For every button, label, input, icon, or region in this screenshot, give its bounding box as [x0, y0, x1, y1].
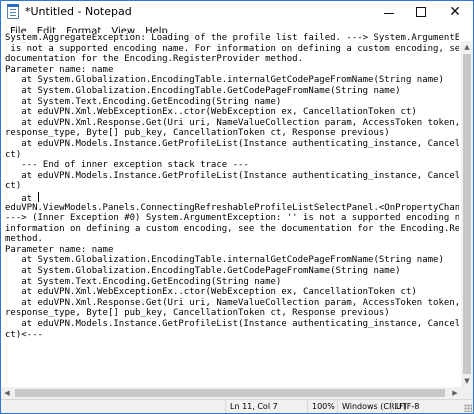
text-line-content: documentation for the Encoding.RegisterP… — [5, 54, 304, 65]
text-line: at System.Text.Encoding.GetEncoding(Stri… — [5, 277, 459, 288]
window-title: *Untitled - Notepad — [25, 5, 132, 18]
scroll-up-icon[interactable]: ▲ — [461, 41, 473, 53]
text-line-content: ct) — [5, 181, 22, 192]
line-ending: Windows (CRLF) — [337, 400, 407, 413]
text-line-content: at eduVPN.Models.Instance.GetProfileList… — [21, 170, 459, 181]
close-icon: ✕ — [449, 4, 461, 20]
maximize-icon — [416, 7, 426, 17]
close-button[interactable]: ✕ — [439, 1, 471, 23]
text-line: Parameter name: name — [5, 245, 459, 256]
text-line-content: at System.Globalization.EncodingTable.Ge… — [5, 85, 401, 96]
text-caret — [37, 191, 39, 202]
horizontal-scrollbar[interactable]: ◀ ▶ — [1, 387, 461, 399]
text-editor-area[interactable]: System.AggregateException: Loading of th… — [3, 33, 459, 389]
text-line: response_type, Byte[] pub_key, Cancellat… — [5, 128, 459, 139]
text-line: documentation for the Encoding.RegisterP… — [5, 54, 459, 65]
text-line: --- End of inner exception stack trace -… — [5, 160, 459, 171]
zoom-level: 100% — [307, 400, 337, 413]
status-bar: Ln 11, Col 7 100% Windows (CRLF) UTF-8 — [1, 399, 473, 413]
text-line-content: System.AggregateException: Loading of th… — [5, 33, 459, 43]
text-line-content: at System.Globalization.EncodingTable.in… — [5, 75, 444, 86]
text-line: is not a supported encoding name. For in… — [5, 44, 459, 55]
text-line: at eduVPN.Xml.WebExceptionEx..ctor(WebEx… — [5, 287, 459, 298]
text-line-content: eduVPN.ViewModels.Panels.ConnectingRefre… — [5, 202, 459, 213]
scroll-left-icon[interactable]: ◀ — [1, 387, 13, 399]
text-line: ct)<--- — [5, 330, 459, 341]
text-line: at System.Globalization.EncodingTable.Ge… — [5, 86, 459, 97]
text-line-content: at eduVPN.Models.Instance.GetProfileList… — [21, 138, 459, 149]
text-line: at System.Globalization.EncodingTable.in… — [5, 255, 459, 266]
vertical-scroll-thumb[interactable] — [463, 54, 471, 374]
notepad-icon — [7, 4, 19, 19]
cursor-position: Ln 11, Col 7 — [225, 400, 307, 413]
text-line-content: at System.Globalization.EncodingTable.Ge… — [5, 266, 401, 277]
text-line: ---> (Inner Exception #0) System.Argumen… — [5, 213, 459, 224]
text-line: at System.Globalization.EncodingTable.in… — [5, 75, 459, 86]
text-line: method. — [5, 234, 459, 245]
text-line-content: at eduVPN.Xml.WebExceptionEx..ctor(WebEx… — [5, 287, 417, 298]
resize-grip-icon[interactable] — [464, 404, 472, 412]
vertical-scrollbar[interactable]: ▲ ▼ — [461, 41, 473, 387]
text-line: ct) — [5, 150, 459, 161]
text-line-content: at eduVPN.Xml.Response.Get(Uri uri, Name… — [5, 117, 459, 128]
text-line: ct) — [5, 181, 459, 192]
text-line-content: --- End of inner exception stack trace -… — [5, 160, 249, 171]
text-line: at eduVPN.Xml.WebExceptionEx..ctor(WebEx… — [5, 107, 459, 118]
text-line: Parameter name: name — [5, 65, 459, 76]
text-line-content: ct) — [5, 149, 22, 160]
text-line: at eduVPN.Models.Instance.GetProfileList… — [5, 319, 459, 330]
text-line-content: method. — [5, 234, 43, 245]
minimize-button[interactable] — [373, 1, 405, 23]
scrollbar-corner — [461, 387, 473, 399]
text-line-content: at System.Text.Encoding.GetEncoding(Stri… — [5, 276, 282, 287]
scroll-right-icon[interactable]: ▶ — [449, 387, 461, 399]
encoding: UTF-8 — [391, 400, 461, 413]
text-line-content: response_type, Byte[] pub_key, Cancellat… — [5, 128, 390, 139]
text-line: at — [5, 191, 459, 204]
text-line: System.AggregateException: Loading of th… — [5, 33, 459, 44]
text-line-content: response_type, Byte[] pub_key, Cancellat… — [5, 308, 390, 319]
text-line: eduVPN.ViewModels.Panels.ConnectingRefre… — [5, 203, 459, 214]
title-bar[interactable]: *Untitled - Notepad ✕ — [1, 1, 473, 23]
scroll-down-icon[interactable]: ▼ — [461, 375, 473, 387]
horizontal-scroll-thumb[interactable] — [15, 389, 445, 397]
text-line-content: at eduVPN.Xml.WebExceptionEx..ctor(WebEx… — [5, 107, 417, 118]
text-line: at eduVPN.Models.Instance.GetProfileList… — [5, 171, 459, 182]
minimize-icon — [384, 12, 394, 14]
text-line-content: is not a supported encoding name. For in… — [5, 43, 459, 54]
text-line: at eduVPN.Models.Instance.GetProfileList… — [5, 139, 459, 150]
text-line-content: at System.Text.Encoding.GetEncoding(Stri… — [5, 96, 282, 107]
text-line-content: ct)<--- — [5, 329, 43, 340]
text-line-content: at eduVPN.Xml.Response.Get(Uri uri, Name… — [5, 297, 459, 308]
text-line-content: at eduVPN.Models.Instance.GetProfileList… — [21, 319, 459, 330]
text-line-content: Parameter name: name — [5, 64, 114, 75]
text-line-content: at System.Globalization.EncodingTable.in… — [5, 255, 444, 266]
text-line-content: information on defining a custom encodin… — [5, 223, 459, 234]
text-line-content: ---> (Inner Exception #0) System.Argumen… — [5, 213, 459, 224]
notepad-window: *Untitled - Notepad ✕ File Edit Format V… — [0, 0, 474, 414]
text-line: at eduVPN.Xml.Response.Get(Uri uri, Name… — [5, 298, 459, 309]
text-line: at System.Globalization.EncodingTable.Ge… — [5, 266, 459, 277]
text-line: response_type, Byte[] pub_key, Cancellat… — [5, 308, 459, 319]
text-line: at eduVPN.Xml.Response.Get(Uri uri, Name… — [5, 118, 459, 129]
maximize-button[interactable] — [405, 1, 437, 23]
text-line: information on defining a custom encodin… — [5, 224, 459, 235]
text-line-content: Parameter name: name — [5, 244, 114, 255]
text-line: at System.Text.Encoding.GetEncoding(Stri… — [5, 97, 459, 108]
